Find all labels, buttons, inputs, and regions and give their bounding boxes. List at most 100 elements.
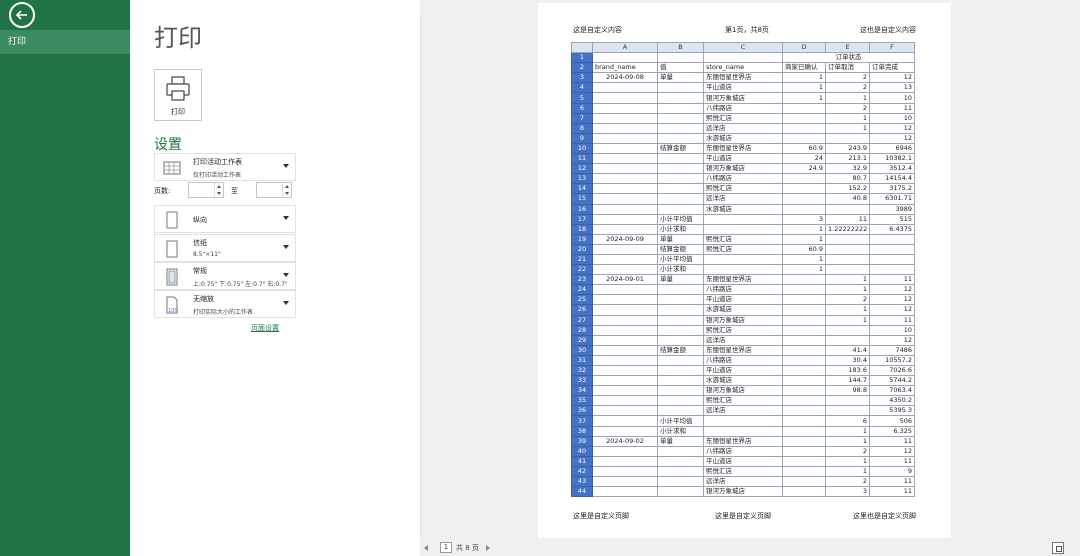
row-header: 24 [571, 284, 593, 296]
cell [592, 173, 658, 185]
cell: 152.2 [825, 183, 870, 195]
cell: 11 [869, 435, 915, 447]
paper-icon [166, 240, 178, 258]
print-what-value: 打印活动工作表 [193, 158, 242, 166]
cell: 12 [869, 284, 915, 296]
cell: 7026.6 [869, 364, 915, 377]
table-row: 28 熙悦汇店 10 [571, 324, 915, 336]
pages-range: 页数: 至 [154, 182, 296, 200]
cell: 平山道店 [703, 294, 783, 306]
pages-to-input[interactable] [256, 182, 292, 198]
cell: 3 [825, 486, 870, 498]
cell [592, 243, 658, 255]
cell: 远洋店 [703, 122, 783, 134]
cell: 14154.4 [869, 173, 915, 185]
select-all-corner [571, 41, 593, 54]
cell [657, 445, 704, 457]
cell [782, 375, 826, 387]
cell [657, 183, 704, 195]
row-header: 9 [571, 132, 593, 144]
paper-size-dropdown[interactable]: 信纸 8.5"×11" [154, 234, 296, 262]
table-row: 21 小计平均值 1 [571, 253, 915, 266]
cell [657, 405, 704, 417]
row-header: 13 [571, 173, 593, 185]
next-page-icon[interactable] [486, 545, 490, 551]
row-header: 31 [571, 354, 593, 367]
row-header: 43 [571, 476, 593, 488]
spinner-icon[interactable] [282, 183, 291, 197]
cell: 5395.3 [869, 405, 915, 417]
page-setup-link[interactable]: 页面设置 [251, 323, 279, 333]
cell [592, 334, 658, 346]
cell: 水游城店 [703, 203, 783, 215]
cell: 2024-09-09 [592, 233, 658, 245]
print-button[interactable]: 打印 [154, 69, 202, 121]
row-header: 37 [571, 415, 593, 427]
table-row: 41 平山道店 1 11 [571, 455, 915, 467]
orientation-dropdown[interactable]: 纵向 [154, 205, 296, 233]
cell [657, 102, 704, 114]
cell: 11 [869, 455, 915, 467]
cell [657, 82, 704, 94]
cell: 2024-09-02 [592, 435, 658, 447]
table-row: 22 小计求和 1 [571, 264, 915, 276]
nav-item-print[interactable]: 打印 [0, 30, 130, 54]
back-button[interactable] [9, 2, 35, 28]
cell: 单量 [657, 274, 704, 286]
cell: 远洋店 [703, 193, 783, 205]
cell: 熙悦汇店 [703, 183, 783, 195]
row-header: 29 [571, 334, 593, 346]
cell: 熙悦汇店 [703, 243, 783, 255]
row-header: 21 [571, 253, 593, 266]
spinner-icon[interactable] [214, 183, 223, 197]
cell [592, 52, 658, 64]
cell: 3 [782, 213, 826, 225]
cell: 12 [869, 334, 915, 346]
cell: 1 [825, 314, 870, 326]
scaling-dropdown[interactable]: 100 无缩放 打印实际大小的工作表 [154, 290, 296, 318]
cell: 东丽恒星世界店 [703, 72, 783, 84]
cell: 平山道店 [703, 364, 783, 377]
cell [782, 385, 826, 397]
table-row: 23 2024-09-01 单量 东丽恒星世界店 1 11 [571, 274, 915, 286]
cell: 小计平均值 [657, 253, 704, 266]
row-header: 28 [571, 324, 593, 336]
cell [657, 173, 704, 185]
spreadsheet-grid: A B C D E F 1 订单状态 2 brand_name 值 store_name 商家已确认 订单… [571, 41, 915, 498]
row-header: 32 [571, 364, 593, 377]
margins-dropdown[interactable]: 常规 上:0.75" 下:0.75" 左:0.7" 右:0.7" [154, 262, 296, 290]
zoom-to-page-button[interactable] [1052, 542, 1064, 554]
print-what-dropdown[interactable]: 打印活动工作表 仅打印活动工作表 [154, 153, 296, 181]
previous-page-icon[interactable] [424, 545, 428, 551]
header-left: 这是自定义内容 [573, 26, 622, 34]
cell: 6946 [869, 142, 915, 155]
cell [592, 324, 658, 336]
cell [782, 274, 826, 286]
cell: 1 [782, 82, 826, 94]
cell: 八纬路店 [703, 102, 783, 114]
cell: 12 [869, 445, 915, 457]
row-header: 11 [571, 153, 593, 165]
cell: 32.9 [825, 163, 870, 175]
cell [592, 364, 658, 377]
cell: 单量 [657, 72, 704, 84]
cell [703, 425, 783, 437]
table-row: 36 远洋店 5395.3 [571, 405, 915, 417]
cell: 订单取消 [825, 62, 870, 74]
cell: 6301.71 [869, 193, 915, 205]
cell [592, 253, 658, 266]
table-row: 5 银河万象城店 1 1 10 [571, 92, 915, 104]
table-row: 13 八纬路店 80.7 14154.4 [571, 173, 915, 185]
cell [782, 193, 826, 205]
cell: 7063.4 [869, 385, 915, 397]
pages-from-input[interactable] [188, 182, 224, 198]
cell [869, 233, 915, 245]
cell: 24 [782, 153, 826, 165]
table-row: 1 订单状态 [571, 52, 915, 64]
cell [592, 284, 658, 296]
cell: 远洋店 [703, 476, 783, 488]
current-page-input[interactable]: 1 [440, 542, 452, 553]
table-row: 38 小计求和 1 6.325 [571, 425, 915, 437]
row-header: 15 [571, 193, 593, 205]
margins-desc: 上:0.75" 下:0.75" 左:0.7" 右:0.7" [193, 281, 288, 288]
